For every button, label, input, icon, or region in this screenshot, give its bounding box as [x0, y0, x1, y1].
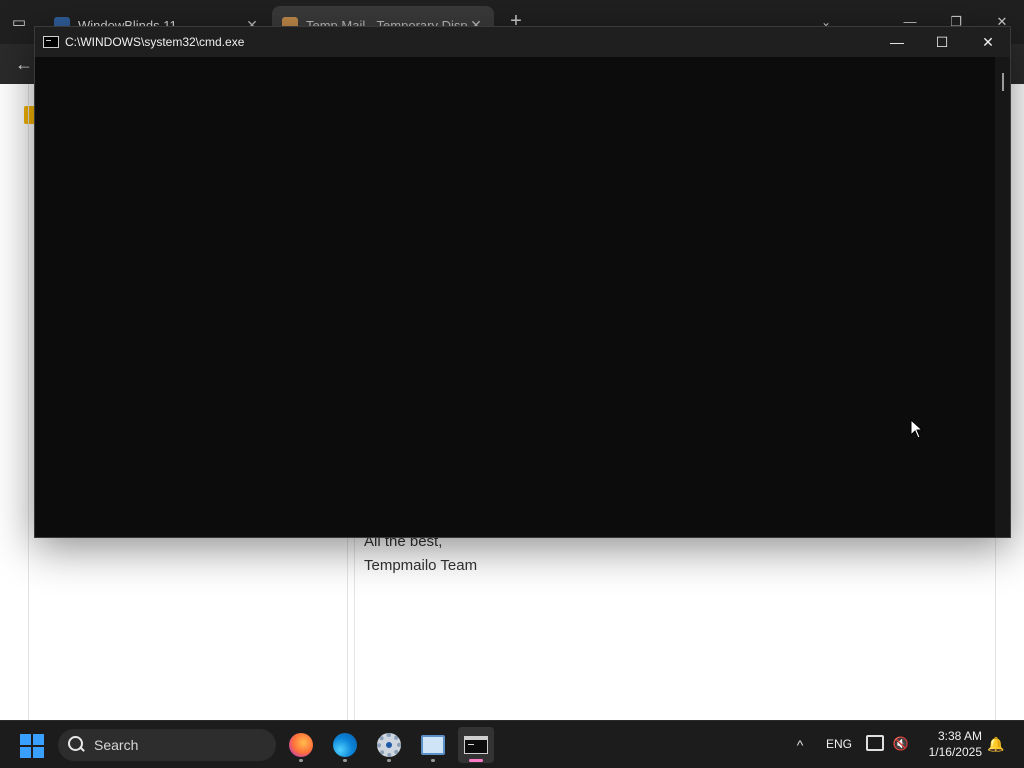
taskbar-remote-desktop[interactable]	[415, 727, 451, 763]
search-icon	[68, 736, 86, 754]
windows-logo-icon	[33, 747, 44, 758]
cmd-title-bar[interactable]: C:\WINDOWS\system32\cmd.exe — ☐ ✕	[35, 27, 1010, 57]
taskbar-search-box[interactable]: Search	[58, 729, 276, 761]
active-indicator	[469, 759, 483, 762]
system-clock[interactable]: 3:38 AM 1/16/2025	[920, 728, 982, 760]
search-label: Search	[94, 737, 139, 753]
notification-bell-icon[interactable]: 🔔	[987, 735, 1005, 753]
cmd-app-icon	[43, 36, 59, 48]
start-button[interactable]	[20, 734, 44, 758]
taskbar-firefox[interactable]	[283, 727, 319, 763]
cmd-console-area[interactable]	[35, 57, 995, 537]
remote-desktop-icon	[421, 735, 445, 755]
cmd-scrollbar[interactable]	[995, 57, 1010, 537]
edge-icon	[333, 733, 357, 757]
settings-icon	[377, 733, 401, 757]
windows-logo-icon	[33, 734, 44, 745]
clock-time: 3:38 AM	[937, 729, 982, 743]
tab-actions-icon[interactable]: ▭	[8, 12, 30, 34]
language-indicator[interactable]: ENG	[826, 737, 852, 751]
cmd-minimize-button[interactable]: —	[874, 27, 920, 57]
network-icon[interactable]	[866, 735, 884, 751]
volume-muted-icon[interactable]: 🔇	[892, 735, 910, 753]
taskbar-settings[interactable]	[371, 727, 407, 763]
running-indicator	[299, 759, 303, 762]
taskbar-terminal[interactable]	[458, 727, 494, 763]
back-button[interactable]: ←	[12, 52, 36, 76]
cmd-window[interactable]: C:\WINDOWS\system32\cmd.exe — ☐ ✕	[34, 26, 1011, 538]
taskbar-edge[interactable]	[327, 727, 363, 763]
cmd-window-title: C:\WINDOWS\system32\cmd.exe	[65, 35, 245, 49]
mouse-cursor-icon	[910, 419, 924, 439]
email-signature: Tempmailo Team	[364, 557, 478, 574]
clock-date: 1/16/2025	[928, 745, 982, 759]
windows-logo-icon	[20, 734, 31, 745]
windows-logo-icon	[20, 747, 31, 758]
firefox-icon	[289, 733, 313, 757]
cmd-close-button[interactable]: ✕	[965, 27, 1011, 57]
terminal-icon	[464, 736, 488, 754]
cmd-maximize-button[interactable]: ☐	[919, 27, 965, 57]
taskbar: Search ^ ENG 🔇 3:38 AM 1/16/2025 🔔	[0, 720, 1024, 768]
running-indicator	[431, 759, 435, 762]
running-indicator	[343, 759, 347, 762]
running-indicator	[387, 759, 391, 762]
cmd-scrollbar-thumb[interactable]	[1002, 73, 1004, 91]
show-hidden-icons-button[interactable]: ^	[790, 735, 810, 755]
